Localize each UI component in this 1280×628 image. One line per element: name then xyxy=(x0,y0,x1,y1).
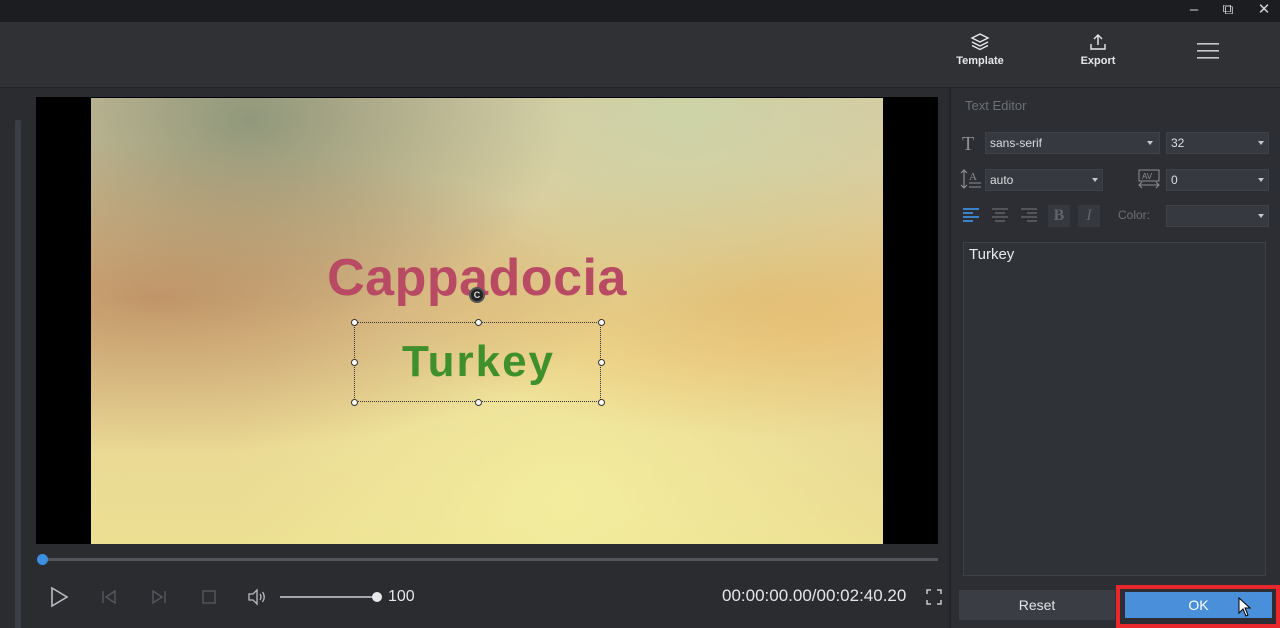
chevron-down-icon xyxy=(1092,178,1098,182)
layers-icon xyxy=(970,33,990,51)
speaker-icon xyxy=(248,588,265,606)
text-editor-title: Text Editor xyxy=(965,98,1027,113)
next-frame-icon xyxy=(152,589,166,605)
align-center-button[interactable] xyxy=(990,205,1010,225)
fullscreen-button[interactable] xyxy=(926,589,942,605)
color-picker[interactable] xyxy=(1166,205,1269,227)
export-button[interactable]: Export xyxy=(1063,32,1133,67)
chevron-down-icon xyxy=(1258,178,1264,182)
chevron-down-icon xyxy=(1147,141,1153,145)
volume-value: 100 xyxy=(388,588,415,605)
resize-handle[interactable] xyxy=(475,399,482,406)
text-content-input[interactable]: Turkey xyxy=(963,242,1266,576)
close-button[interactable]: ✕ xyxy=(1250,0,1278,22)
export-label: Export xyxy=(1080,55,1116,67)
font-family-select[interactable]: sans-serif xyxy=(985,132,1160,154)
resize-handle[interactable] xyxy=(598,319,605,326)
main-menu-button[interactable] xyxy=(1196,40,1236,70)
subtitle-selection-box[interactable]: Turkey xyxy=(351,319,605,406)
upload-icon xyxy=(1090,34,1106,50)
previous-frame-icon xyxy=(102,589,116,605)
stop-icon xyxy=(202,590,216,604)
play-button[interactable] xyxy=(48,586,70,608)
window-titlebar: – ⧉ ✕ xyxy=(0,0,1280,22)
resize-handle[interactable] xyxy=(351,359,358,366)
letter-spacing-icon: AV xyxy=(1137,169,1161,194)
video-frame[interactable]: Cappadocia C Turkey xyxy=(91,98,883,544)
subtitle-text-overlay[interactable]: Turkey xyxy=(355,337,602,387)
timecode: 00:00:00.00/00:02:40.20 xyxy=(722,586,907,605)
font-size-select[interactable]: 32 xyxy=(1166,132,1269,154)
chevron-down-icon xyxy=(1258,214,1264,218)
svg-text:A: A xyxy=(969,171,977,183)
align-right-button[interactable] xyxy=(1019,205,1039,225)
template-button[interactable]: Template xyxy=(945,32,1015,67)
bold-button[interactable]: B xyxy=(1048,205,1070,227)
mouse-cursor-icon xyxy=(1238,596,1252,617)
line-spacing-icon: A xyxy=(960,167,982,196)
previous-frame-button[interactable] xyxy=(98,586,120,608)
reset-button[interactable]: Reset xyxy=(959,590,1115,620)
left-scrollbar[interactable] xyxy=(15,120,21,628)
letter-spacing-select[interactable]: 0 xyxy=(1166,169,1269,191)
playback-progress-knob[interactable] xyxy=(37,554,48,565)
resize-handle[interactable] xyxy=(475,319,482,326)
top-toolbar: Template Export xyxy=(0,22,1280,88)
align-left-icon xyxy=(963,208,979,222)
chevron-down-icon xyxy=(1258,141,1264,145)
stop-button[interactable] xyxy=(198,586,220,608)
left-rail xyxy=(0,88,28,628)
align-right-icon xyxy=(1021,208,1037,222)
play-icon xyxy=(51,586,69,608)
align-left-button[interactable] xyxy=(961,205,981,225)
volume-slider-track[interactable] xyxy=(280,596,378,598)
svg-text:AV: AV xyxy=(1142,172,1153,181)
volume-button[interactable] xyxy=(246,586,268,608)
resize-handle[interactable] xyxy=(598,359,605,366)
align-center-icon xyxy=(992,208,1008,222)
resize-handle[interactable] xyxy=(598,399,605,406)
line-spacing-select[interactable]: auto xyxy=(985,169,1103,191)
next-frame-button[interactable] xyxy=(148,586,170,608)
hamburger-menu-icon xyxy=(1197,43,1219,59)
resize-handle[interactable] xyxy=(351,319,358,326)
template-label: Template xyxy=(956,55,1004,67)
restore-button[interactable]: ⧉ xyxy=(1214,0,1242,22)
fullscreen-icon xyxy=(926,589,942,605)
italic-button[interactable]: I xyxy=(1078,205,1100,227)
playback-progress-track[interactable] xyxy=(42,558,938,561)
rotate-handle[interactable]: C xyxy=(469,287,485,303)
minimize-button[interactable]: – xyxy=(1180,0,1208,22)
volume-slider-knob[interactable] xyxy=(372,592,382,602)
resize-handle[interactable] xyxy=(351,399,358,406)
font-family-icon: T xyxy=(962,133,975,155)
color-label: Color: xyxy=(1118,208,1151,222)
